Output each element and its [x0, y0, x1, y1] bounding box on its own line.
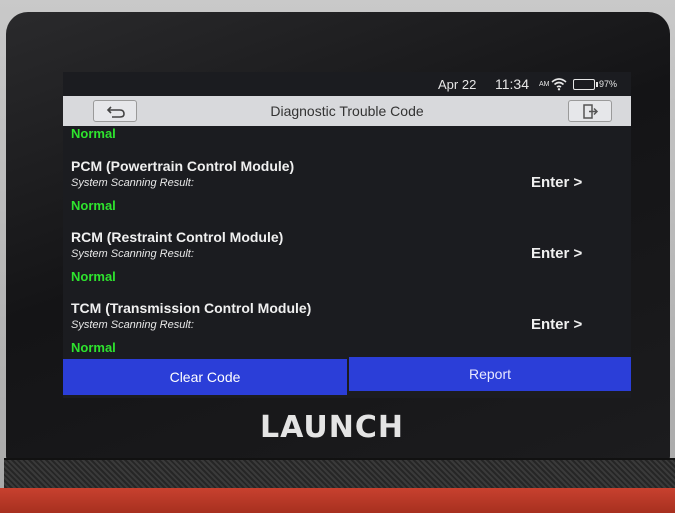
status-am-pm: AM — [539, 81, 550, 88]
wifi-icon — [551, 78, 567, 91]
module-name: RCM (Restraint Control Module) — [71, 229, 284, 245]
previous-module-status: Normal — [71, 126, 116, 141]
bottom-action-bar: Clear Code Report — [63, 357, 631, 395]
status-time: 11:34 — [495, 76, 529, 92]
module-status: Normal — [71, 340, 116, 355]
brand-logo: LAUNCH — [260, 410, 405, 445]
battery-icon — [573, 79, 598, 90]
report-button[interactable]: Report — [349, 357, 631, 391]
device-case — [0, 488, 675, 513]
module-name: TCM (Transmission Control Module) — [71, 300, 312, 316]
enter-button-tcm[interactable]: Enter > — [531, 316, 601, 338]
back-arrow-icon — [106, 106, 125, 118]
screen: Apr 22 11:34 AM 97% Diagnostic Trouble C… — [63, 72, 631, 398]
battery-percent: 97% — [599, 79, 618, 89]
module-subtitle: System Scanning Result: — [71, 248, 194, 260]
module-rcm: RCM (Restraint Control Module) System Sc… — [63, 229, 631, 299]
device-grille — [4, 458, 675, 490]
module-name: PCM (Powertrain Control Module) — [71, 158, 295, 174]
page-title: Diagnostic Trouble Code — [270, 103, 424, 119]
back-button[interactable] — [93, 100, 137, 122]
module-subtitle: System Scanning Result: — [71, 177, 194, 189]
module-pcm: PCM (Powertrain Control Module) System S… — [63, 158, 631, 228]
enter-button-rcm[interactable]: Enter > — [531, 245, 601, 267]
device-frame: LAUNCH Apr 22 11:34 AM 97% Diagnostic Tr… — [0, 0, 675, 513]
title-bar: Diagnostic Trouble Code — [63, 96, 631, 126]
enter-button-pcm[interactable]: Enter > — [531, 174, 601, 196]
module-list: Normal PCM (Powertrain Control Module) S… — [63, 126, 631, 356]
module-status: Normal — [71, 269, 116, 284]
clear-code-button[interactable]: Clear Code — [63, 359, 347, 395]
module-subtitle: System Scanning Result: — [71, 319, 194, 331]
status-bar: Apr 22 11:34 AM 97% — [63, 72, 631, 96]
exit-button[interactable] — [568, 100, 612, 122]
status-date: Apr 22 — [438, 77, 477, 92]
exit-icon — [583, 104, 599, 119]
module-status: Normal — [71, 198, 116, 213]
